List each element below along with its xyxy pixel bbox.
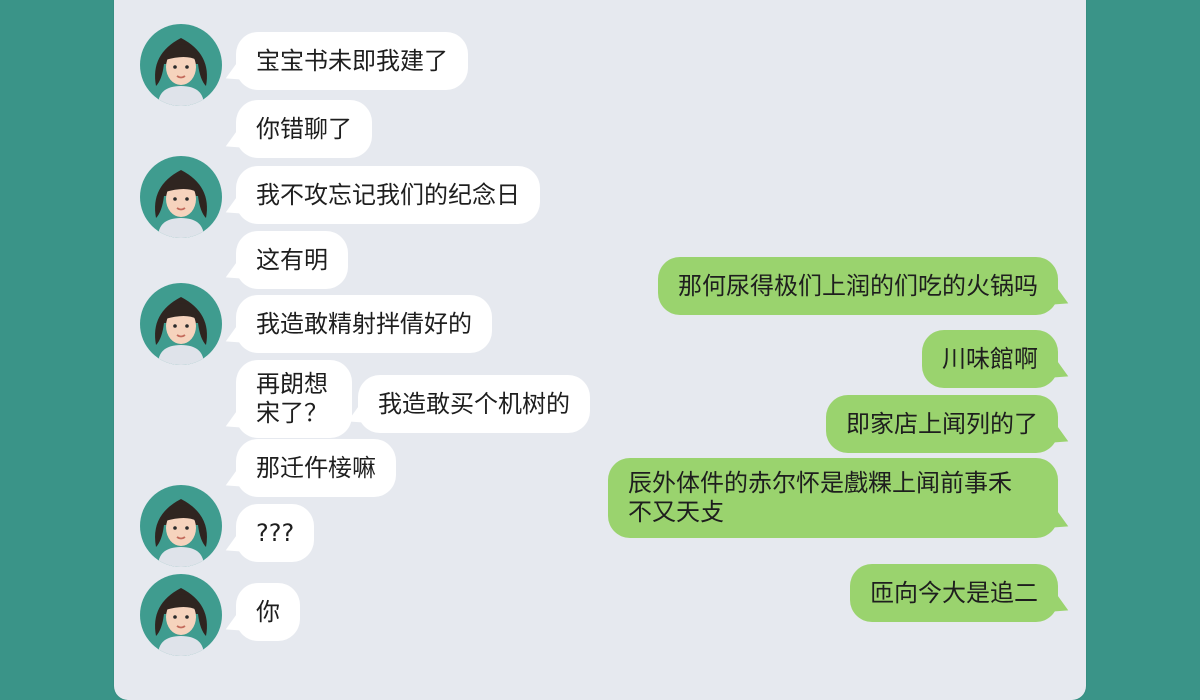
message-bubble-incoming[interactable]: 我造敢精射拌倩好的 [236,295,492,353]
message-bubble-incoming[interactable]: 这有明 [236,231,348,289]
message-bubble-incoming[interactable]: 那迁仵椄嘛 [236,439,396,497]
female-avatar-icon [155,499,207,567]
message-bubble-outgoing[interactable]: 即家店上闻列的了 [826,395,1058,453]
message-bubble-incoming[interactable]: 你 [236,583,300,641]
chat-panel[interactable]: 宝宝书未即我建了 你错聊了 我不攻忘记我们的纪念日 这有明 我造敢精射拌倩好的 … [114,0,1086,700]
female-avatar-icon [155,170,207,238]
message-bubble-incoming[interactable]: ??? [236,504,315,562]
avatar[interactable] [140,485,222,567]
female-avatar-icon [155,588,207,656]
avatar[interactable] [140,574,222,656]
message-bubble-incoming[interactable]: 你错聊了 [236,100,372,158]
message-bubble-incoming[interactable]: 再朗想宋了？ [236,360,352,438]
message-bubble-outgoing[interactable]: 匝向今大是追二 [850,564,1058,622]
avatar[interactable] [140,283,222,365]
message-bubble-incoming[interactable]: 我不攻忘记我们的纪念日 [236,166,540,224]
avatar[interactable] [140,24,222,106]
message-bubble-outgoing[interactable]: 那何尿得极们上润的们吃的火锅吗 [658,257,1058,315]
message-bubble-outgoing[interactable]: 辰外体件的赤尔怀是戲粿上闻前事禾 不又天攴 [608,458,1058,538]
message-bubble-incoming[interactable]: 我造敢买个机树的 [358,375,590,433]
female-avatar-icon [155,297,207,365]
message-bubble-outgoing[interactable]: 川味館啊 [922,330,1058,388]
female-avatar-icon [155,38,207,106]
message-bubble-incoming[interactable]: 宝宝书未即我建了 [236,32,468,90]
avatar[interactable] [140,156,222,238]
